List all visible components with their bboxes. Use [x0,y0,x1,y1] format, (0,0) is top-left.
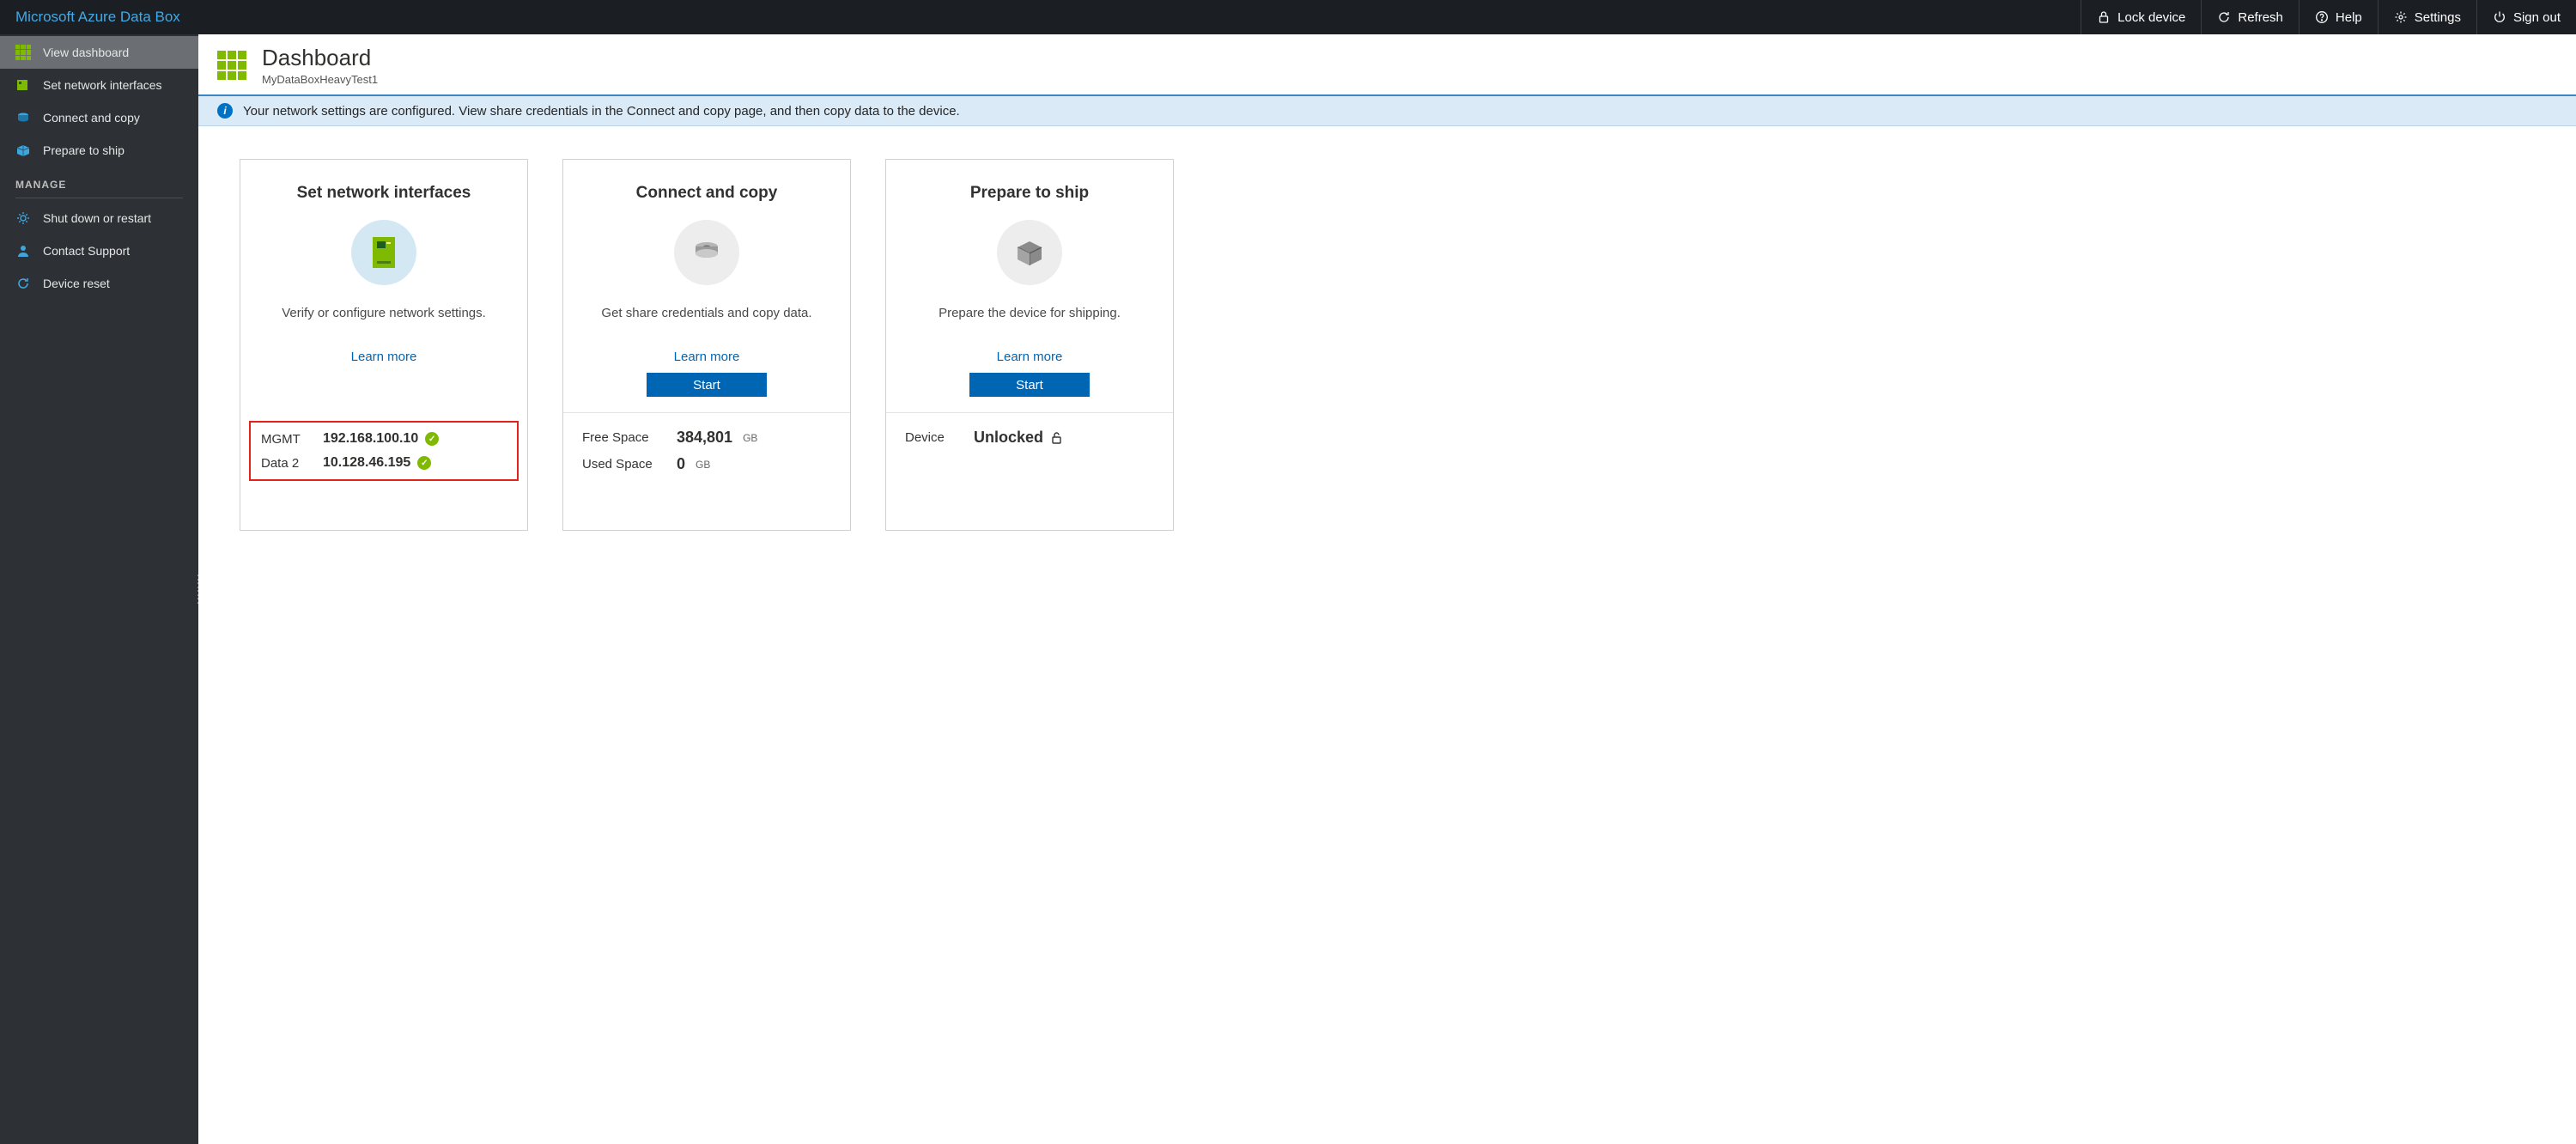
server-icon [351,220,416,285]
topbar: Microsoft Azure Data Box Lock device Ref… [0,0,2576,34]
network-row-label: MGMT [261,432,323,447]
free-space-label: Free Space [582,430,677,445]
help-label: Help [2336,10,2362,25]
package-icon [15,143,31,158]
sidebar-item-label: Device reset [43,277,110,290]
settings-button[interactable]: Settings [2378,0,2476,34]
dashboard-icon [15,45,31,60]
device-status-row: Device Unlocked [905,429,1154,447]
refresh-icon [2217,10,2231,24]
card-network-title: Set network interfaces [259,184,508,203]
person-icon [15,243,31,259]
refresh-button[interactable]: Refresh [2201,0,2299,34]
gear-icon [2394,10,2408,24]
sidebar-item-label: Shut down or restart [43,211,151,225]
check-icon: ✓ [425,432,439,446]
device-status-label: Device [905,430,974,445]
card-connect: Connect and copy Get share credentials a… [562,159,851,531]
sidebar-item-label: Prepare to ship [43,143,125,157]
cards-row: Set network interfaces Verify or configu… [198,126,2576,563]
page-subtitle: MyDataBoxHeavyTest1 [262,73,378,86]
unlock-icon [1050,430,1066,446]
help-icon [2315,10,2329,24]
info-banner-text: Your network settings are configured. Vi… [243,104,960,119]
page-title: Dashboard [262,45,378,71]
refresh-label: Refresh [2238,10,2283,25]
check-icon: ✓ [417,456,431,470]
sidebar: View dashboard Set network interfaces Co… [0,34,198,1144]
used-space-unit: GB [696,459,710,471]
card-connect-start-button[interactable]: Start [647,373,767,397]
card-ship-desc: Prepare the device for shipping. [905,306,1154,320]
network-row-value: 10.128.46.195 [323,455,410,471]
free-space-value: 384,801 [677,429,732,447]
sidebar-item-label: Contact Support [43,244,130,258]
card-network-desc: Verify or configure network settings. [259,306,508,320]
card-ship-learn-link[interactable]: Learn more [886,350,1173,364]
settings-label: Settings [2415,10,2461,25]
box-icon [997,220,1062,285]
lock-icon [2097,10,2111,24]
network-row-data2: Data 2 10.128.46.195 ✓ [261,455,507,471]
card-network: Set network interfaces Verify or configu… [240,159,528,531]
help-button[interactable]: Help [2299,0,2378,34]
used-space-label: Used Space [582,457,677,472]
dashboard-tile-icon [217,51,246,80]
info-banner: i Your network settings are configured. … [198,96,2576,126]
free-space-unit: GB [743,432,757,444]
sidebar-item-label: Set network interfaces [43,78,162,92]
card-connect-desc: Get share credentials and copy data. [582,306,831,320]
network-row-value: 192.168.100.10 [323,431,418,447]
info-icon: i [217,103,233,119]
network-row-mgmt: MGMT 192.168.100.10 ✓ [261,431,507,447]
free-space-row: Free Space 384,801 GB [582,429,831,447]
reset-icon [15,276,31,291]
signout-label: Sign out [2513,10,2561,25]
power-icon [2493,10,2506,24]
card-network-learn-link[interactable]: Learn more [240,350,527,364]
used-space-value: 0 [677,455,685,473]
signout-button[interactable]: Sign out [2476,0,2576,34]
lock-device-button[interactable]: Lock device [2081,0,2201,34]
card-ship: Prepare to ship Prepare the device for s… [885,159,1174,531]
network-interfaces-highlight: MGMT 192.168.100.10 ✓ Data 2 10.128.46.1… [249,421,519,481]
sidebar-item-shutdown[interactable]: Shut down or restart [0,202,198,234]
network-icon [15,77,31,93]
sidebar-item-contact[interactable]: Contact Support [0,234,198,267]
main-content: Dashboard MyDataBoxHeavyTest1 i Your net… [198,34,2576,1144]
card-ship-start-button[interactable]: Start [969,373,1090,397]
card-connect-title: Connect and copy [582,184,831,203]
sidebar-item-connect[interactable]: Connect and copy [0,101,198,134]
used-space-row: Used Space 0 GB [582,455,831,473]
brand-title: Microsoft Azure Data Box [0,9,196,26]
sidebar-section-manage: MANAGE [0,167,198,198]
card-connect-learn-link[interactable]: Learn more [563,350,850,364]
page-header: Dashboard MyDataBoxHeavyTest1 [198,34,2576,94]
sidebar-item-ship[interactable]: Prepare to ship [0,134,198,167]
card-ship-title: Prepare to ship [905,184,1154,203]
disk-icon [15,110,31,125]
sidebar-item-label: Connect and copy [43,111,140,125]
network-row-label: Data 2 [261,456,323,471]
gear-outline-icon [15,210,31,226]
disk-stack-icon [674,220,739,285]
sidebar-item-reset[interactable]: Device reset [0,267,198,300]
sidebar-item-label: View dashboard [43,46,129,59]
sidebar-item-dashboard[interactable]: View dashboard [0,36,198,69]
device-status-value: Unlocked [974,429,1043,447]
sidebar-item-network[interactable]: Set network interfaces [0,69,198,101]
lock-device-label: Lock device [2117,10,2185,25]
